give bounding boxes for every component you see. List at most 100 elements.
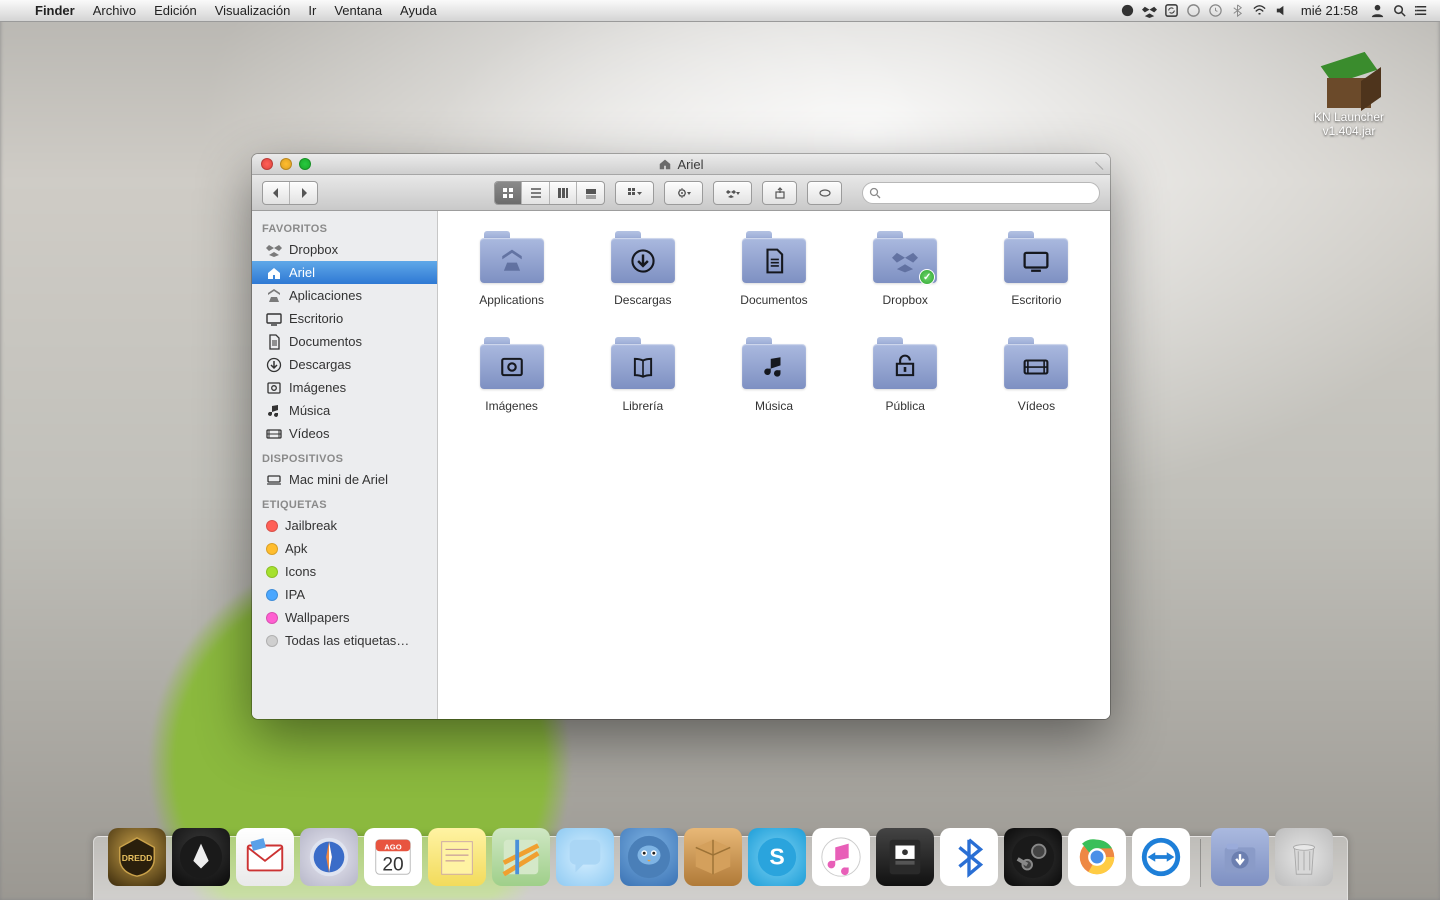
sidebar-tag-todas las etiquetas…[interactable]: Todas las etiquetas… [252,629,437,652]
finder-content[interactable]: Applications Descargas Documentos Dropbox Es… [438,211,1110,719]
folder-icon [1000,229,1072,287]
arrange-menu[interactable] [615,181,654,205]
sidebar-tag-apk[interactable]: Apk [252,537,437,560]
timemachine-icon[interactable] [1183,0,1205,22]
sidebar-item-imágenes[interactable]: Imágenes [252,376,437,399]
dock-app-safari[interactable] [300,828,358,886]
sidebar-tag-icons[interactable]: Icons [252,560,437,583]
back-button[interactable] [263,182,290,204]
sidebar-item-label: Apk [285,541,307,556]
dock-region: DREDD AGO20 S [0,808,1440,900]
dock-app-launchpad[interactable] [172,828,230,886]
folder-música[interactable]: Música [720,335,827,413]
dock-app-tweetbot[interactable] [620,828,678,886]
sidebar-item-dropbox[interactable]: Dropbox [252,238,437,261]
notification-center-icon[interactable] [1410,0,1432,22]
window-fullscreen-icon[interactable] [1092,157,1106,171]
folder-pública[interactable]: Pública [852,335,959,413]
menu-archivo[interactable]: Archivo [84,0,145,22]
sidebar-item-label: Dropbox [289,242,338,257]
dock-app-bluetooth[interactable] [940,828,998,886]
sidebar-tag-ipa[interactable]: IPA [252,583,437,606]
desktop-file-kn-launcher[interactable]: KN Launcher v1.404.jar [1294,50,1404,138]
folder-escritorio[interactable]: Escritorio [983,229,1090,307]
sync-status-icon[interactable] [1161,0,1183,22]
svg-text:AGO: AGO [384,842,401,851]
home-icon [266,265,282,281]
sidebar-tag-wallpapers[interactable]: Wallpapers [252,606,437,629]
clock-status-icon[interactable] [1205,0,1227,22]
tag-color-dot [266,520,278,532]
dock-app-maps[interactable] [492,828,550,886]
sidebar-item-escritorio[interactable]: Escritorio [252,307,437,330]
sidebar-tag-jailbreak[interactable]: Jailbreak [252,514,437,537]
sidebar-item-label: Wallpapers [285,610,350,625]
app-menu[interactable]: Finder [26,0,84,22]
sidebar-item-música[interactable]: Música [252,399,437,422]
dock-app-steam[interactable] [1004,828,1062,886]
dock-app-teamviewer[interactable] [1132,828,1190,886]
wifi-status-icon[interactable] [1249,0,1271,22]
search-input[interactable] [885,186,1093,200]
menu-visualizacion[interactable]: Visualización [206,0,300,22]
dock-app-itunes[interactable] [812,828,870,886]
sidebar-item-vídeos[interactable]: Vídeos [252,422,437,445]
sidebar-item-documentos[interactable]: Documentos [252,330,437,353]
folder-icon [607,229,679,287]
menu-ventana[interactable]: Ventana [325,0,391,22]
column-view-button[interactable] [550,182,577,204]
dock-app-package[interactable] [684,828,742,886]
folder-dropbox[interactable]: Dropbox [852,229,959,307]
dock-downloads-stack[interactable] [1211,828,1269,886]
share-button[interactable] [762,181,797,205]
user-menu-icon[interactable] [1366,0,1388,22]
dock-app-mail[interactable] [236,828,294,886]
dock-app-notes[interactable] [428,828,486,886]
desktop-icon [266,311,282,327]
dock-app-calendar[interactable]: AGO20 [364,828,422,886]
finder-search[interactable] [862,182,1100,204]
action-menu[interactable] [664,181,703,205]
status-icon[interactable] [1117,0,1139,22]
folder-label: Applications [458,293,565,307]
icon-view-button[interactable] [495,182,522,204]
list-view-button[interactable] [522,182,549,204]
menu-edicion[interactable]: Edición [145,0,206,22]
folder-label: Pública [852,399,959,413]
search-icon [869,187,881,199]
window-titlebar[interactable]: Ariel [252,154,1110,175]
sidebar-item-ariel[interactable]: Ariel [252,261,437,284]
folder-icon [476,229,548,287]
forward-button[interactable] [290,182,317,204]
sidebar-item-descargas[interactable]: Descargas [252,353,437,376]
folder-vídeos[interactable]: Vídeos [983,335,1090,413]
spotlight-icon[interactable] [1388,0,1410,22]
dock-trash[interactable] [1275,828,1333,886]
volume-status-icon[interactable] [1271,0,1293,22]
sidebar-item-label: Icons [285,564,316,579]
docs-icon [266,334,282,350]
finder-window[interactable]: Ariel [252,154,1110,719]
dropbox-menu[interactable] [713,181,752,205]
menu-ir[interactable]: Ir [299,0,325,22]
dock-app-dredd[interactable]: DREDD [108,828,166,886]
dock-app-chrome[interactable] [1068,828,1126,886]
folder-applications[interactable]: Applications [458,229,565,307]
dock-app-devcenter[interactable] [876,828,934,886]
sidebar-device[interactable]: Mac mini de Ariel [252,468,437,491]
coverflow-view-button[interactable] [577,182,604,204]
folder-librería[interactable]: Librería [589,335,696,413]
dock-app-messages[interactable] [556,828,614,886]
menu-ayuda[interactable]: Ayuda [391,0,446,22]
tags-button[interactable] [807,181,842,205]
folder-documentos[interactable]: Documentos [720,229,827,307]
sidebar-item-aplicaciones[interactable]: Aplicaciones [252,284,437,307]
bluetooth-status-icon[interactable] [1227,0,1249,22]
dropbox-status-icon[interactable] [1139,0,1161,22]
folder-descargas[interactable]: Descargas [589,229,696,307]
folder-imágenes[interactable]: Imágenes [458,335,565,413]
menubar-clock[interactable]: mié 21:58 [1293,3,1366,18]
folder-label: Documentos [720,293,827,307]
dock-app-skype[interactable]: S [748,828,806,886]
sidebar-item-label: Ariel [289,265,315,280]
